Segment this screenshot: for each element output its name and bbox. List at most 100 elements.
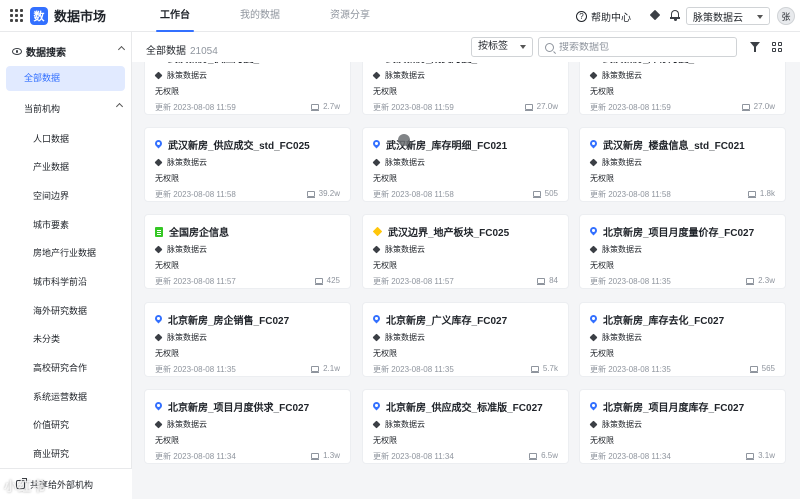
data-card[interactable]: 北京新房_项目月度供求_FC027 脉策数据云 无权限 更新 2023-08-08 1… bbox=[144, 389, 351, 464]
cube-icon bbox=[589, 333, 598, 342]
card-title-text: 北京新房_供应成交_标准版_FC027 bbox=[386, 403, 543, 414]
card-title: 全国房企信息 bbox=[155, 224, 229, 239]
data-card[interactable]: 北京新房_库存去化_FC027 脉策数据云 无权限 更新 2023-08-08 11:… bbox=[579, 302, 786, 377]
card-org: 脉策数据云 bbox=[154, 419, 207, 430]
cube-icon[interactable] bbox=[649, 9, 661, 21]
data-card[interactable]: 武汉新房_库存明细_FC021 脉策数据云 无权限 更新 2023-08-08 11:… bbox=[362, 127, 569, 202]
data-card[interactable]: 武汉新房_供应成交_std_FC025 脉策数据云 无权限 更新 2023-08-08… bbox=[144, 127, 351, 202]
sidebar-item[interactable]: 商业研究 bbox=[33, 447, 125, 460]
sidebar-item-all-data[interactable]: 全部数据 bbox=[6, 66, 125, 91]
sidebar-item[interactable]: 产业数据 bbox=[33, 160, 125, 173]
card-permission: 无权限 bbox=[155, 436, 179, 445]
pin-icon bbox=[590, 315, 597, 324]
card-updated: 更新 2023-08-08 11:35 bbox=[373, 365, 454, 374]
sidebar-item[interactable]: 价值研究 bbox=[33, 418, 125, 431]
sidebar-section-label: 数据搜索 bbox=[26, 48, 66, 59]
cube-icon bbox=[589, 245, 598, 254]
card-title: 北京新房_库存去化_FC027 bbox=[590, 312, 724, 327]
filter-icon[interactable] bbox=[750, 42, 760, 52]
sidebar-item[interactable]: 高校研究合作 bbox=[33, 361, 125, 374]
data-card[interactable]: 北京新房_房企销售_FC027 脉策数据云 无权限 更新 2023-08-08 11:… bbox=[144, 302, 351, 377]
card-org-text: 脉策数据云 bbox=[385, 420, 425, 429]
tab-my-data[interactable]: 我的数据 bbox=[228, 0, 292, 32]
grid-view-icon[interactable] bbox=[772, 42, 782, 52]
sidebar-item[interactable]: 系统运营数据 bbox=[33, 390, 125, 403]
layers-icon bbox=[314, 277, 323, 285]
sidebar-item[interactable]: 房地产行业数据 bbox=[33, 246, 125, 259]
data-card[interactable]: 武汉新房_成交月度_FC021 脉策数据云无权限更新 2023-08-08 11:… bbox=[362, 62, 569, 115]
card-size-text: 505 bbox=[544, 189, 558, 198]
card-org: 脉策数据云 bbox=[372, 332, 425, 343]
avatar[interactable]: 张 bbox=[777, 7, 795, 25]
card-title: 北京新房_广义库存_FC027 bbox=[373, 312, 507, 327]
card-size: 3.1w bbox=[746, 451, 775, 460]
card-title-text: 武汉新房_供应成交_std_FC025 bbox=[168, 141, 310, 152]
search-input[interactable] bbox=[559, 41, 729, 53]
tab-resource-share[interactable]: 资源分享 bbox=[318, 0, 382, 32]
sidebar-group-current-org[interactable]: 当前机构 bbox=[24, 102, 124, 115]
data-card[interactable]: 武汉边界_地产板块_FC025 脉策数据云 无权限 更新 2023-08-08 11:… bbox=[362, 214, 569, 289]
data-card[interactable]: 武汉新房_楼盘信息_std_FC021 脉策数据云 无权限 更新 2023-08-08… bbox=[579, 127, 786, 202]
card-org-text: 脉策数据云 bbox=[167, 245, 207, 254]
sidebar-item[interactable]: 未分类 bbox=[33, 332, 125, 345]
card-title-text: 武汉新房_供应月度_FC021 bbox=[168, 62, 289, 65]
card-size: 39.2w bbox=[306, 189, 340, 198]
main-tabs: 工作台 我的数据 资源分享 bbox=[148, 0, 408, 32]
data-count-value: 21054 bbox=[190, 46, 218, 57]
bell-icon[interactable] bbox=[670, 9, 680, 21]
card-updated: 更新 2023-08-08 11:34 bbox=[590, 452, 671, 461]
sidebar-item[interactable]: 城市要素 bbox=[33, 218, 125, 231]
card-org: 脉策数据云 bbox=[154, 244, 207, 255]
card-org-text: 脉策数据云 bbox=[602, 333, 642, 342]
data-card[interactable]: 武汉新房_供应月度_FC021 脉策数据云无权限更新 2023-08-08 11:… bbox=[144, 62, 351, 115]
data-card[interactable]: 北京新房_项目月度库存_FC027 脉策数据云 无权限 更新 2023-08-08 1… bbox=[579, 389, 786, 464]
card-title-text: 北京新房_项目月度库存_FC027 bbox=[603, 403, 745, 414]
card-title-text: 武汉新房_楼盘信息_std_FC021 bbox=[603, 141, 745, 152]
card-org-text: 脉策数据云 bbox=[167, 333, 207, 342]
data-card[interactable]: 北京新房_供应成交_标准版_FC027 脉策数据云 无权限 更新 2023-08-08… bbox=[362, 389, 569, 464]
data-card[interactable]: 全国房企信息 脉策数据云 无权限 更新 2023-08-08 11:57 425 bbox=[144, 214, 351, 289]
tab-workbench[interactable]: 工作台 bbox=[148, 0, 202, 32]
card-updated: 更新 2023-08-08 11:34 bbox=[373, 452, 454, 461]
card-permission: 无权限 bbox=[590, 174, 614, 183]
sidebar-item[interactable]: 人口数据 bbox=[33, 132, 125, 145]
cube-icon bbox=[372, 245, 381, 254]
card-updated: 更新 2023-08-08 11:58 bbox=[155, 190, 236, 199]
card-title: 北京新房_项目月度量价存_FC027 bbox=[590, 224, 754, 239]
layers-icon bbox=[311, 103, 320, 111]
card-permission: 无权限 bbox=[155, 261, 179, 270]
layers-icon bbox=[749, 365, 758, 373]
card-permission: 无权限 bbox=[590, 349, 614, 358]
layers-icon bbox=[746, 277, 755, 285]
card-org: 脉策数据云 bbox=[589, 419, 642, 430]
sidebar-item[interactable]: 空间边界 bbox=[33, 189, 125, 202]
chevron-up-icon bbox=[117, 45, 126, 54]
data-card[interactable]: 北京新房_项目月度量价存_FC027 脉策数据云 无权限 更新 2023-08-08 … bbox=[579, 214, 786, 289]
tag-filter-value: 按标签 bbox=[478, 41, 508, 52]
org-select[interactable]: 脉策数据云 bbox=[686, 7, 770, 25]
layers-icon bbox=[537, 277, 546, 285]
card-permission: 无权限 bbox=[373, 87, 397, 96]
card-size: 2.7w bbox=[311, 102, 340, 111]
sidebar-item[interactable]: 海外研究数据 bbox=[33, 304, 125, 317]
data-card[interactable]: 北京新房_广义库存_FC027 脉策数据云 无权限 更新 2023-08-08 11:… bbox=[362, 302, 569, 377]
card-org-text: 脉策数据云 bbox=[167, 420, 207, 429]
card-size-text: 5.7k bbox=[542, 364, 558, 373]
data-count: 全部数据 21054 bbox=[146, 42, 218, 57]
app-grid-icon[interactable] bbox=[8, 8, 24, 24]
tag-filter-select[interactable]: 按标签 bbox=[471, 37, 533, 57]
data-card[interactable]: 武汉新房_库存月度_FC021 脉策数据云无权限更新 2023-08-08 11:… bbox=[579, 62, 786, 115]
card-org: 脉策数据云 bbox=[154, 157, 207, 168]
sidebar-item[interactable]: 城市科学前沿 bbox=[33, 275, 125, 288]
card-title-text: 北京新房_项目月度量价存_FC027 bbox=[603, 228, 755, 239]
card-title: 武汉边界_地产板块_FC025 bbox=[372, 224, 509, 239]
cube-icon bbox=[372, 420, 381, 429]
sidebar-section-data-search[interactable]: 数据搜索 bbox=[12, 44, 126, 59]
layers-icon bbox=[532, 190, 541, 198]
cube-icon bbox=[372, 71, 381, 80]
card-title: 北京新房_项目月度供求_FC027 bbox=[155, 399, 309, 414]
card-title: 武汉新房_库存明细_FC021 bbox=[373, 137, 507, 152]
help-center-link[interactable]: ? 帮助中心 bbox=[576, 9, 631, 24]
card-size-text: 39.2w bbox=[318, 189, 340, 198]
card-size: 5.7k bbox=[530, 364, 558, 373]
